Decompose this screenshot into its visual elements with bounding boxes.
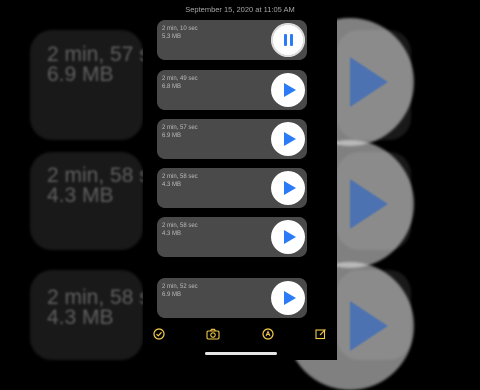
audio-message[interactable]: 2 min, 57 sec 6.9 MB [157, 119, 307, 159]
play-icon [283, 291, 296, 305]
play-button[interactable] [271, 281, 305, 315]
audio-duration: 2 min, 10 sec [162, 26, 198, 32]
audio-message[interactable]: 2 min, 49 sec 6.8 MB [157, 70, 307, 110]
pen-circle-icon[interactable] [260, 326, 276, 342]
message-timestamp: September 15, 2020 at 11:05 AM [185, 5, 295, 14]
play-icon [283, 230, 296, 244]
audio-duration: 2 min, 58 sec [162, 223, 198, 229]
play-icon [283, 181, 296, 195]
audio-message[interactable]: 2 min, 58 sec 4.3 MB [157, 217, 307, 257]
play-button[interactable] [271, 73, 305, 107]
bg-size: 4.3 MB [47, 306, 114, 329]
bg-size: 4.3 MB [47, 184, 114, 207]
audio-duration: 2 min, 49 sec [162, 76, 198, 82]
checkmark-circle-icon[interactable] [151, 326, 167, 342]
play-icon [283, 83, 296, 97]
audio-message[interactable]: 2 min, 10 sec 5.3 MB [157, 20, 307, 60]
audio-file-size: 5.3 MB [162, 34, 182, 40]
bottom-toolbar [143, 326, 337, 344]
audio-file-size: 4.3 MB [162, 182, 182, 188]
audio-file-size: 4.3 MB [162, 231, 182, 237]
bg-play-icon [350, 301, 388, 351]
audio-message[interactable]: 2 min, 58 sec 4.3 MB [157, 168, 307, 208]
bg-size: 6.9 MB [47, 63, 114, 86]
pause-icon [283, 34, 293, 46]
bg-play-icon [350, 179, 388, 229]
play-button[interactable] [271, 171, 305, 205]
audio-file-size: 6.9 MB [162, 292, 182, 298]
audio-duration: 2 min, 58 sec [162, 174, 198, 180]
play-icon [283, 132, 296, 146]
audio-duration: 2 min, 52 sec [162, 284, 198, 290]
camera-icon[interactable] [205, 326, 221, 342]
audio-file-size: 6.9 MB [162, 133, 182, 139]
home-indicator[interactable] [205, 352, 277, 355]
pause-button[interactable] [271, 23, 305, 57]
compose-icon[interactable] [313, 326, 329, 342]
play-button[interactable] [271, 122, 305, 156]
bg-play-icon [350, 57, 388, 107]
audio-duration: 2 min, 57 sec [162, 125, 198, 131]
play-button[interactable] [271, 220, 305, 254]
phone-screen: September 15, 2020 at 11:05 AM 2 min, 10… [143, 0, 337, 360]
audio-message[interactable]: 2 min, 52 sec 6.9 MB [157, 278, 307, 318]
audio-file-size: 6.8 MB [162, 84, 182, 90]
